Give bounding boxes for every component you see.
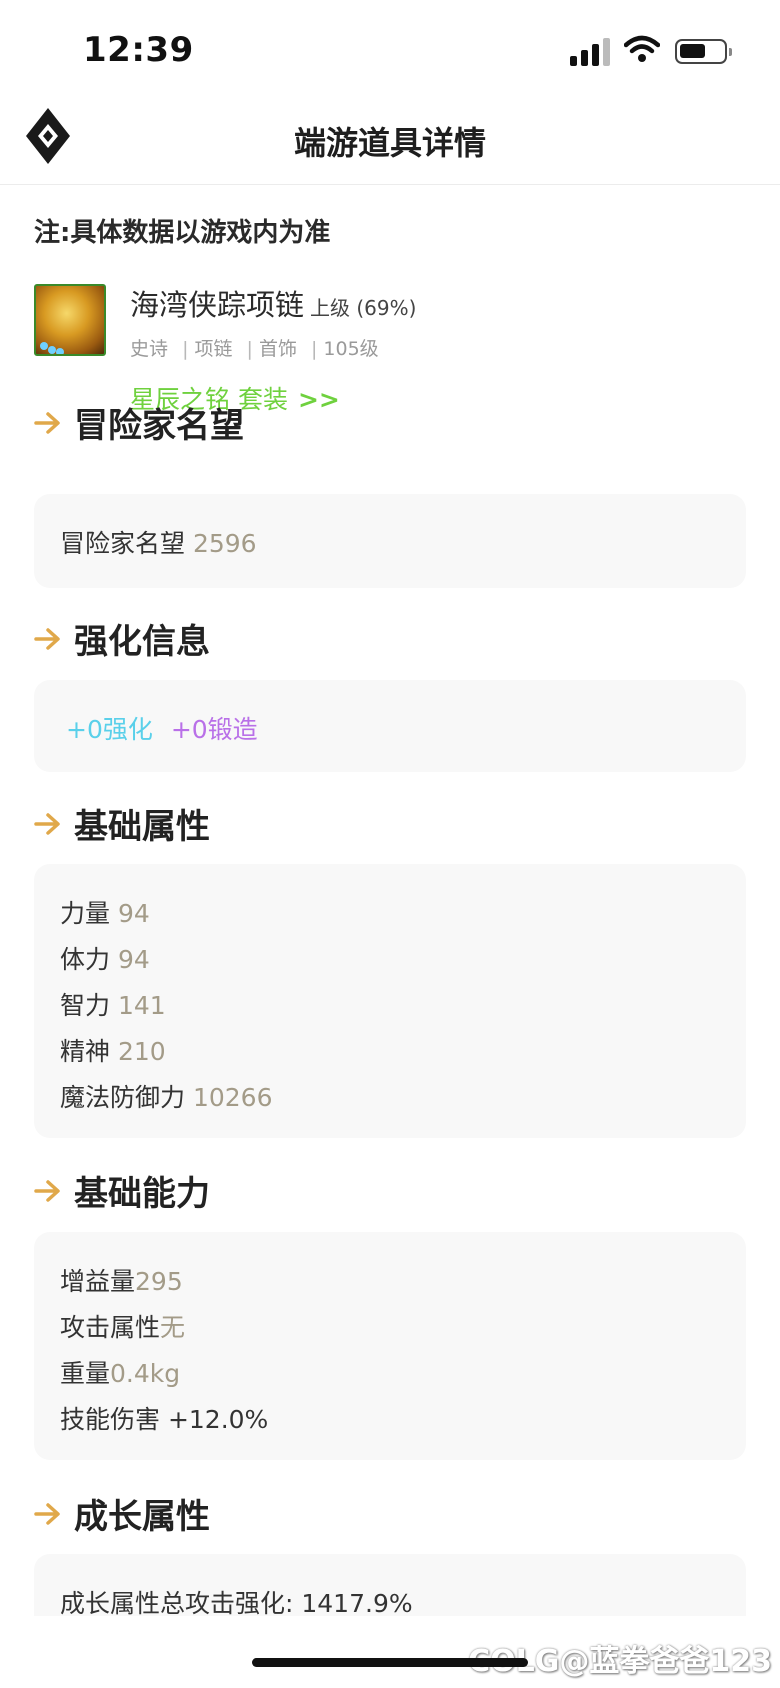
home-indicator[interactable] [252, 1658, 528, 1667]
reputation-value: 2596 [192, 529, 257, 558]
base-attrs-card: 力量 94 体力 94 智力 141 精神 210 魔法防御力 10266 [34, 864, 746, 1138]
section-arrow-icon [34, 411, 60, 434]
item-type: 项链 [194, 338, 233, 360]
ability-row: 重量0.4kg [60, 1359, 181, 1388]
ability-row: 技能伤害 +12.0% [60, 1405, 269, 1434]
item-grade: 上级 (69%) [310, 296, 417, 320]
section-title-enhance: 强化信息 [34, 614, 210, 663]
necklace-item-icon[interactable] [34, 284, 106, 356]
item-rarity: 史诗 [130, 338, 169, 360]
item-name-text: 海湾侠踪项链 [130, 288, 305, 322]
reinforce-level: +0强化 [66, 715, 153, 744]
section-arrow-icon [34, 1502, 60, 1525]
battery-icon [675, 39, 732, 64]
item-level: 105级 [323, 338, 379, 360]
attr-row: 力量 94 [60, 899, 150, 928]
item-meta: 史诗 | 项链 | 首饰 | 105级 [130, 338, 379, 360]
forge-level: +0锻造 [170, 715, 258, 744]
section-arrow-icon [34, 812, 60, 835]
section-title-base-ability: 基础能力 [34, 1166, 210, 1215]
ability-row: 增益量295 [60, 1267, 183, 1296]
status-bar: 12:39 [0, 0, 780, 100]
section-title-growth: 成长属性 [34, 1489, 210, 1538]
wifi-icon [624, 35, 660, 62]
section-arrow-icon [34, 1179, 60, 1202]
reputation-row: 冒险家名望 2596 [60, 529, 257, 558]
attr-row: 智力 141 [60, 991, 166, 1020]
attr-row: 体力 94 [60, 945, 150, 974]
reputation-card: 冒险家名望 2596 [34, 494, 746, 588]
section-title-reputation: 冒险家名望 [34, 398, 244, 447]
page-title: 端游道具详情 [293, 124, 486, 162]
nav-header: 端游道具详情 [0, 100, 780, 185]
section-arrow-icon [34, 627, 60, 650]
status-time: 12:39 [83, 30, 194, 70]
section-title-base-attrs: 基础属性 [34, 799, 210, 848]
base-ability-card: 增益量295 攻击属性无 重量0.4kg 技能伤害 +12.0% [34, 1232, 746, 1460]
item-name: 海湾侠踪项链 上级 (69%) [130, 282, 416, 324]
enhance-row: +0强化 +0锻造 [66, 710, 258, 746]
signal-icon [570, 36, 612, 66]
growth-row: 成长属性总攻击强化: 1417.9% [60, 1589, 413, 1618]
attr-row: 魔法防御力 10266 [60, 1083, 273, 1112]
set-arrows: >> [297, 385, 340, 414]
attr-row: 精神 210 [60, 1037, 166, 1066]
item-slot: 首饰 [258, 338, 297, 360]
data-disclaimer: 注:具体数据以游戏内为准 [34, 218, 331, 248]
enhance-card: +0强化 +0锻造 [34, 680, 746, 772]
ability-row: 攻击属性无 [60, 1313, 186, 1342]
